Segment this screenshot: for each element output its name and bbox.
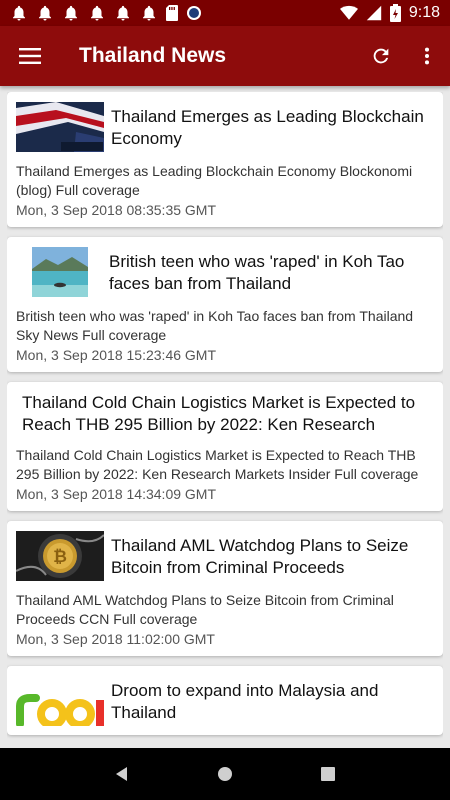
article-date: Mon, 3 Sep 2018 11:02:00 GMT [16,631,215,647]
notification-icons [10,4,202,22]
refresh-button[interactable] [358,26,404,86]
home-icon [217,767,232,781]
article-date: Mon, 3 Sep 2018 15:23:46 GMT [16,347,217,363]
bell-icon [91,5,103,21]
article-description: Thailand Emerges as Leading Blockchain E… [16,163,413,198]
article-date: Mon, 3 Sep 2018 14:34:09 GMT [16,486,217,502]
back-button[interactable] [102,754,142,794]
back-icon [115,767,127,781]
refresh-icon [373,48,389,64]
article-title[interactable]: Thailand Emerges as Leading Blockchain E… [111,102,434,150]
article-thumbnail [32,247,88,297]
article-description: British teen who was 'raped' in Koh Tao … [16,308,414,343]
article-thumbnail: ₿ [16,531,104,581]
more-options-button[interactable] [404,26,450,86]
app-title: Thailand News [79,44,227,67]
recents-button[interactable] [308,754,348,794]
bell-icon [143,5,155,21]
news-card[interactable]: Droom to expand into Malaysia and Thaila… [7,666,443,735]
recents-icon [321,767,336,781]
svg-text:₿: ₿ [53,547,67,567]
bell-icon [117,5,129,21]
system-nav-bar [0,748,450,800]
sd-card-icon [166,5,178,21]
news-card[interactable]: Thailand Emerges as Leading Blockchain E… [7,92,443,227]
more-vert-icon [424,47,430,65]
menu-button[interactable] [0,26,60,86]
news-card[interactable]: British teen who was 'raped' in Koh Tao … [7,237,443,372]
bell-icon [39,5,51,21]
article-description: Thailand Cold Chain Logistics Market is … [16,447,419,482]
status-time: 9:18 [408,4,440,21]
menu-icon [19,48,41,64]
home-button[interactable] [205,754,245,794]
status-bar: 9:18 [0,0,450,26]
news-card[interactable]: ₿ Thailand AML Watchdog Plans to Seize B… [7,521,443,656]
article-date: Mon, 3 Sep 2018 08:35:35 GMT [16,202,217,218]
circle-icon [187,6,201,20]
article-title[interactable]: Thailand Cold Chain Logistics Market is … [16,392,434,436]
droom-logo [16,676,104,726]
article-description: Thailand AML Watchdog Plans to Seize Bit… [16,592,394,627]
news-card[interactable]: Thailand Cold Chain Logistics Market is … [7,382,443,511]
article-thumbnail [16,102,104,152]
bell-icon [13,5,25,21]
article-title[interactable]: Thailand AML Watchdog Plans to Seize Bit… [111,531,434,579]
wifi-icon [339,5,358,20]
signal-icon [366,5,382,21]
article-title[interactable]: Droom to expand into Malaysia and Thaila… [111,676,434,724]
battery-charging-icon [389,4,401,22]
app-bar: Thailand News [0,26,450,86]
article-title[interactable]: British teen who was 'raped' in Koh Tao … [109,247,434,295]
news-feed[interactable]: Thailand Emerges as Leading Blockchain E… [7,92,443,747]
bell-icon [65,5,77,21]
